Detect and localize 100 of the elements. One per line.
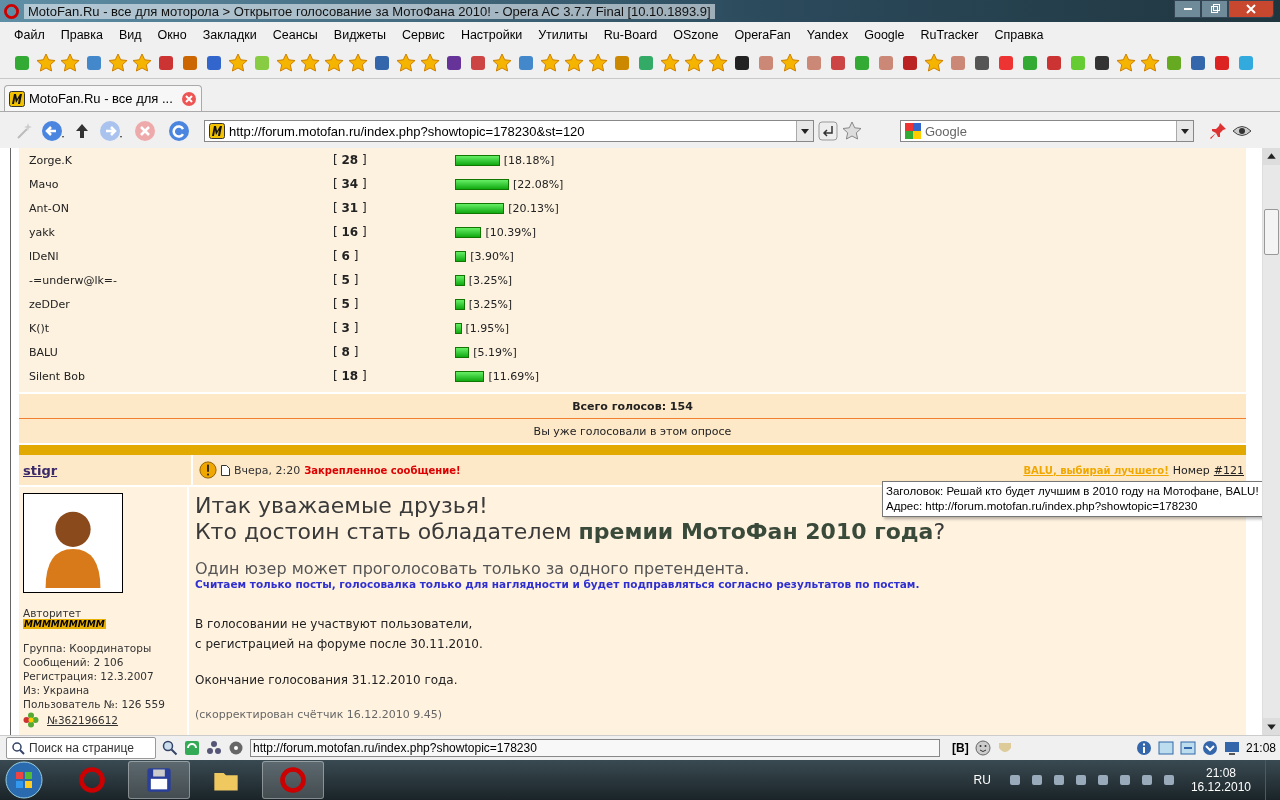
search-bar[interactable]: Google <box>900 120 1194 142</box>
star-icon[interactable] <box>324 53 344 73</box>
status-url-field[interactable]: http://forum.motofan.ru/index.php?showtopic=178230 <box>250 739 940 757</box>
scroll-down-icon[interactable] <box>1263 718 1280 735</box>
vote-bar <box>455 226 482 238</box>
browser-tab[interactable]: MotoFan.Ru - все для ... <box>4 85 202 111</box>
dropdown-button[interactable] <box>796 121 813 141</box>
opera-icon <box>4 3 19 19</box>
find-bar[interactable]: Поиск на странице <box>6 737 156 759</box>
address-field[interactable]: http://forum.motofan.ru/index.php?showtopic=178230&st=120 <box>229 123 796 139</box>
address-bar[interactable]: http://forum.motofan.ru/index.php?showtopic=178230&st=120 <box>204 120 814 142</box>
icq-number-link[interactable]: №362196612 <box>47 714 119 726</box>
star-icon[interactable] <box>276 53 296 73</box>
vote-percent: [18.18%] <box>503 153 555 167</box>
user-info: Сообщений: 2 106 <box>23 655 125 669</box>
language-indicator[interactable]: RU <box>973 773 991 787</box>
menu-item[interactable]: Закладки <box>194 28 265 42</box>
author-link[interactable]: stigr <box>23 462 58 478</box>
pin-icon[interactable] <box>1208 121 1228 141</box>
star-icon[interactable] <box>300 53 320 73</box>
menu-item[interactable]: Сервис <box>394 28 453 42</box>
menu-item[interactable]: Настройки <box>452 28 531 42</box>
smiley-icon[interactable] <box>974 740 991 756</box>
vote-bar <box>455 250 467 262</box>
fullscreen-icon[interactable] <box>1157 740 1174 756</box>
post-date: Вчера, 2:20 <box>234 463 301 477</box>
star-icon[interactable] <box>924 53 944 73</box>
start-button[interactable] <box>4 760 44 800</box>
star-icon[interactable] <box>708 53 728 73</box>
mail-icon[interactable] <box>1201 740 1218 756</box>
enter-icon[interactable] <box>818 121 838 141</box>
star-icon[interactable] <box>588 53 608 73</box>
dropdown-button[interactable] <box>1176 121 1193 141</box>
user-info: Пользователь №: 126 559 <box>23 697 166 711</box>
candidate-name: -=underw@lk=- <box>29 273 118 287</box>
opera-icon <box>279 766 307 794</box>
info-icon[interactable] <box>1135 740 1152 756</box>
taskbar-button[interactable] <box>128 761 190 799</box>
star-icon[interactable] <box>842 121 862 141</box>
star-icon[interactable] <box>1140 53 1160 73</box>
taskbar-date: 16.12.2010 <box>1190 780 1251 794</box>
star-icon[interactable] <box>684 53 704 73</box>
menu-item[interactable]: Окно <box>149 28 195 42</box>
panel-icon[interactable] <box>1179 740 1196 756</box>
floppy-icon <box>145 766 173 794</box>
star-icon[interactable] <box>492 53 512 73</box>
menu-item[interactable]: Вид <box>110 28 150 42</box>
candidate-name: Мачо <box>29 177 60 191</box>
bookmark-icon[interactable] <box>444 53 464 73</box>
star-icon[interactable] <box>564 53 584 73</box>
menu-item[interactable]: Утилиты <box>530 28 596 42</box>
user-info: Из: Украина <box>23 683 91 697</box>
minimize-button[interactable] <box>1174 0 1201 18</box>
menu-item[interactable]: OSzone <box>665 28 727 42</box>
post-number-link[interactable]: #121 <box>1213 463 1244 477</box>
scroll-thumb[interactable] <box>1264 209 1279 255</box>
monitor-icon[interactable] <box>1223 740 1240 756</box>
search-field[interactable]: Google <box>925 123 1176 139</box>
search-icon[interactable] <box>162 740 178 756</box>
menu-item[interactable]: Виджеты <box>325 28 395 42</box>
star-icon[interactable] <box>228 53 248 73</box>
post-lead: Один юзер может проголосовать только за одного претендента. <box>195 559 751 578</box>
bold-toggle-button[interactable]: [B] <box>952 741 969 755</box>
bookmark-icon[interactable] <box>732 53 752 73</box>
menu-item[interactable]: Сеансы <box>264 28 326 42</box>
scroll-up-icon[interactable] <box>1263 148 1280 165</box>
vote-count: [ 18 ] <box>333 369 368 383</box>
star-icon[interactable] <box>60 53 80 73</box>
opera-icon <box>78 766 106 794</box>
bookmark-icon[interactable] <box>1092 53 1112 73</box>
menu-item[interactable]: Yandex <box>798 28 857 42</box>
menu-item[interactable]: RuTracker <box>912 28 987 42</box>
star-icon[interactable] <box>36 53 56 73</box>
menu-item[interactable]: Google <box>856 28 913 42</box>
vote-bar <box>455 154 500 166</box>
menu-item[interactable]: Файл <box>6 28 53 42</box>
close-tab-icon[interactable] <box>180 90 197 107</box>
star-icon[interactable] <box>396 53 416 73</box>
menu-item[interactable]: Справка <box>986 28 1052 42</box>
menu-item[interactable]: Ru-Board <box>595 28 666 42</box>
star-icon[interactable] <box>540 53 560 73</box>
menu-item[interactable]: Правка <box>52 28 111 42</box>
caret-icon <box>1181 128 1189 134</box>
bookmark-icon[interactable] <box>972 53 992 73</box>
star-icon[interactable] <box>348 53 368 73</box>
sync-icon[interactable] <box>184 740 200 756</box>
warning-icon <box>199 461 217 479</box>
star-icon[interactable] <box>132 53 152 73</box>
star-icon[interactable] <box>1116 53 1136 73</box>
star-icon[interactable] <box>420 53 440 73</box>
scrollbar[interactable] <box>1262 148 1280 735</box>
star-icon[interactable] <box>108 53 128 73</box>
clock: 21:08 <box>1245 741 1276 755</box>
menu-item[interactable]: OperaFan <box>726 28 799 42</box>
star-icon[interactable] <box>780 53 800 73</box>
post-heading: Кто достоин стать обладателем премии МотоФан 2010 года? <box>195 519 946 545</box>
star-icon[interactable] <box>660 53 680 73</box>
maximize-button[interactable] <box>1201 0 1228 18</box>
vote-percent: [3.90%] <box>470 249 514 263</box>
close-button[interactable] <box>1228 0 1274 18</box>
